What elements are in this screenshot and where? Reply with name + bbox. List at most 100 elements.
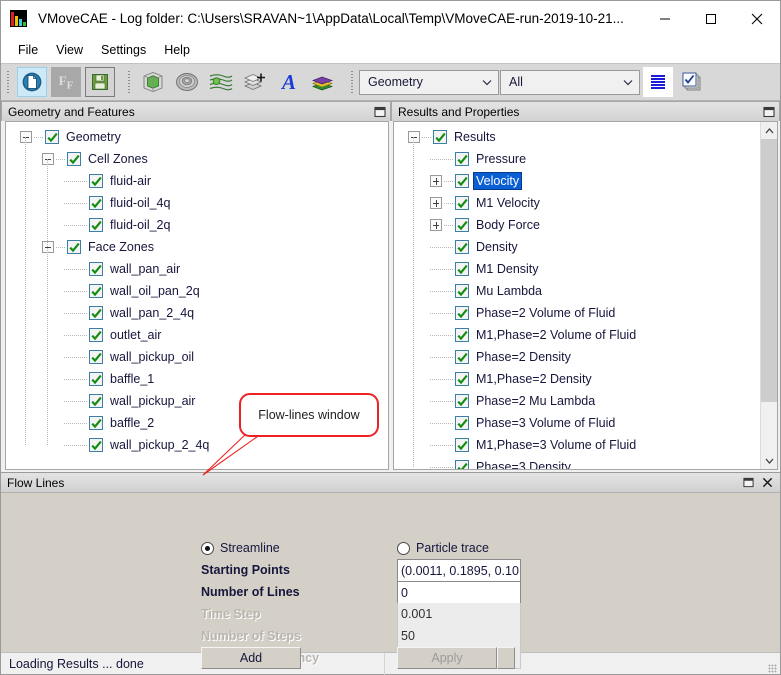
node-checkbox[interactable]: [433, 130, 447, 144]
scope-select[interactable]: All: [500, 69, 640, 95]
geometry-node-fluid-air[interactable]: fluid-air: [6, 170, 388, 192]
node-checkbox[interactable]: [89, 174, 103, 188]
geometry-node-outlet-air[interactable]: outlet_air: [6, 324, 388, 346]
node-checkbox[interactable]: [89, 284, 103, 298]
menu-view[interactable]: View: [47, 40, 92, 60]
node-checkbox[interactable]: [455, 350, 469, 364]
layers-stack-icon[interactable]: [308, 67, 338, 97]
collapse-node-icon[interactable]: [42, 153, 54, 165]
node-checkbox[interactable]: [455, 460, 469, 469]
geometry-node-fluid-oil-4q[interactable]: fluid-oil_4q: [6, 192, 388, 214]
scrollbar-track[interactable]: [761, 139, 777, 452]
results-node-density[interactable]: Density: [394, 236, 760, 258]
restore-window-icon[interactable]: [373, 105, 387, 119]
node-checkbox[interactable]: [455, 218, 469, 232]
minimize-icon[interactable]: [642, 1, 688, 37]
node-checkbox[interactable]: [455, 196, 469, 210]
expand-node-icon[interactable]: [430, 197, 442, 209]
expand-node-icon[interactable]: [430, 175, 442, 187]
node-checkbox[interactable]: [455, 306, 469, 320]
results-node-m1-phase-3-volume-of-fluid[interactable]: M1,Phase=3 Volume of Fluid: [394, 434, 760, 456]
collapse-node-icon[interactable]: [42, 241, 54, 253]
results-scrollbar[interactable]: [760, 122, 777, 469]
results-node-phase-3-density[interactable]: Phase=3 Density: [394, 456, 760, 469]
geometry-node-fluid-oil-2q[interactable]: fluid-oil_2q: [6, 214, 388, 236]
node-checkbox[interactable]: [89, 394, 103, 408]
resize-grip-icon[interactable]: [768, 663, 777, 673]
node-checkbox[interactable]: [455, 284, 469, 298]
results-node-m1-phase-2-volume-of-fluid[interactable]: M1,Phase=2 Volume of Fluid: [394, 324, 760, 346]
expand-node-icon[interactable]: [430, 219, 442, 231]
toolbar-grip-3[interactable]: [349, 69, 356, 95]
geometry-node-wall-oil-pan-2q[interactable]: wall_oil_pan_2q: [6, 280, 388, 302]
particle-trace-radio-row[interactable]: Particle trace: [397, 537, 517, 559]
node-checkbox[interactable]: [89, 262, 103, 276]
starting-points-input[interactable]: (0.0011, 0.1895, 0.10: [397, 559, 521, 581]
node-checkbox[interactable]: [455, 394, 469, 408]
restore-window-icon[interactable]: [762, 105, 776, 119]
node-checkbox[interactable]: [455, 372, 469, 386]
results-node-m1-velocity[interactable]: M1 Velocity: [394, 192, 760, 214]
geometry-node-wall-pan-2-4q[interactable]: wall_pan_2_4q: [6, 302, 388, 324]
node-checkbox[interactable]: [89, 218, 103, 232]
results-node-velocity[interactable]: Velocity: [394, 170, 760, 192]
node-checkbox[interactable]: [89, 350, 103, 364]
node-checkbox[interactable]: [67, 240, 81, 254]
streamline-radio-row[interactable]: Streamline: [201, 537, 397, 559]
menu-settings[interactable]: Settings: [92, 40, 155, 60]
results-node-body-force[interactable]: Body Force: [394, 214, 760, 236]
results-node-phase-2-mu-lambda[interactable]: Phase=2 Mu Lambda: [394, 390, 760, 412]
geometry-box-icon[interactable]: [138, 67, 168, 97]
node-checkbox[interactable]: [455, 152, 469, 166]
open-file-icon[interactable]: [17, 67, 47, 97]
results-tree[interactable]: Results Pressure Velocity M1 Velocity Body F…: [393, 121, 778, 470]
results-node-phase-2-density[interactable]: Phase=2 Density: [394, 346, 760, 368]
geometry-node-geometry[interactable]: Geometry: [6, 126, 388, 148]
results-tree-scroll[interactable]: Results Pressure Velocity M1 Velocity Body F…: [394, 122, 760, 469]
results-node-mu-lambda[interactable]: Mu Lambda: [394, 280, 760, 302]
flow-lines-icon[interactable]: [206, 67, 236, 97]
results-node-results[interactable]: Results: [394, 126, 760, 148]
add-button[interactable]: Add: [201, 647, 301, 669]
toolbar-grip-2[interactable]: [126, 69, 133, 95]
collapse-node-icon[interactable]: [20, 131, 32, 143]
scrollbar-thumb[interactable]: [761, 139, 777, 402]
node-checkbox[interactable]: [89, 438, 103, 452]
toolbar-grip-1[interactable]: [5, 69, 12, 95]
geometry-node-baffle-1[interactable]: baffle_1: [6, 368, 388, 390]
contour-surface-icon[interactable]: [172, 67, 202, 97]
results-node-pressure[interactable]: Pressure: [394, 148, 760, 170]
node-checkbox[interactable]: [455, 438, 469, 452]
node-checkbox[interactable]: [89, 328, 103, 342]
entity-type-select[interactable]: Geometry: [359, 69, 499, 95]
node-checkbox[interactable]: [89, 372, 103, 386]
geometry-node-wall-pickup-2-4q[interactable]: wall_pickup_2_4q: [6, 434, 388, 456]
restore-window-icon[interactable]: [740, 476, 756, 490]
node-checkbox[interactable]: [455, 416, 469, 430]
node-checkbox[interactable]: [455, 262, 469, 276]
geometry-node-wall-pickup-oil[interactable]: wall_pickup_oil: [6, 346, 388, 368]
results-node-phase-2-volume-of-fluid[interactable]: Phase=2 Volume of Fluid: [394, 302, 760, 324]
font-format-icon[interactable]: FF: [51, 67, 81, 97]
results-node-phase-3-volume-of-fluid[interactable]: Phase=3 Volume of Fluid: [394, 412, 760, 434]
results-node-m1-density[interactable]: M1 Density: [394, 258, 760, 280]
geometry-node-face-zones[interactable]: Face Zones: [6, 236, 388, 258]
node-checkbox[interactable]: [89, 306, 103, 320]
geometry-node-wall-pan-air[interactable]: wall_pan_air: [6, 258, 388, 280]
chevron-down-icon[interactable]: [761, 452, 777, 469]
close-icon[interactable]: [734, 1, 780, 37]
color-legend-icon[interactable]: [643, 67, 673, 97]
select-all-icon[interactable]: [677, 67, 707, 97]
results-node-m1-phase-2-density[interactable]: M1,Phase=2 Density: [394, 368, 760, 390]
particle-trace-radio[interactable]: [397, 541, 410, 555]
add-layer-icon[interactable]: [240, 67, 270, 97]
save-icon[interactable]: [85, 67, 115, 97]
maximize-icon[interactable]: [688, 1, 734, 37]
node-checkbox[interactable]: [89, 416, 103, 430]
annotate-text-icon[interactable]: A: [274, 67, 304, 97]
streamline-radio[interactable]: [201, 541, 214, 555]
node-checkbox[interactable]: [455, 240, 469, 254]
chevron-up-icon[interactable]: [761, 122, 777, 139]
node-checkbox[interactable]: [89, 196, 103, 210]
geometry-node-cell-zones[interactable]: Cell Zones: [6, 148, 388, 170]
